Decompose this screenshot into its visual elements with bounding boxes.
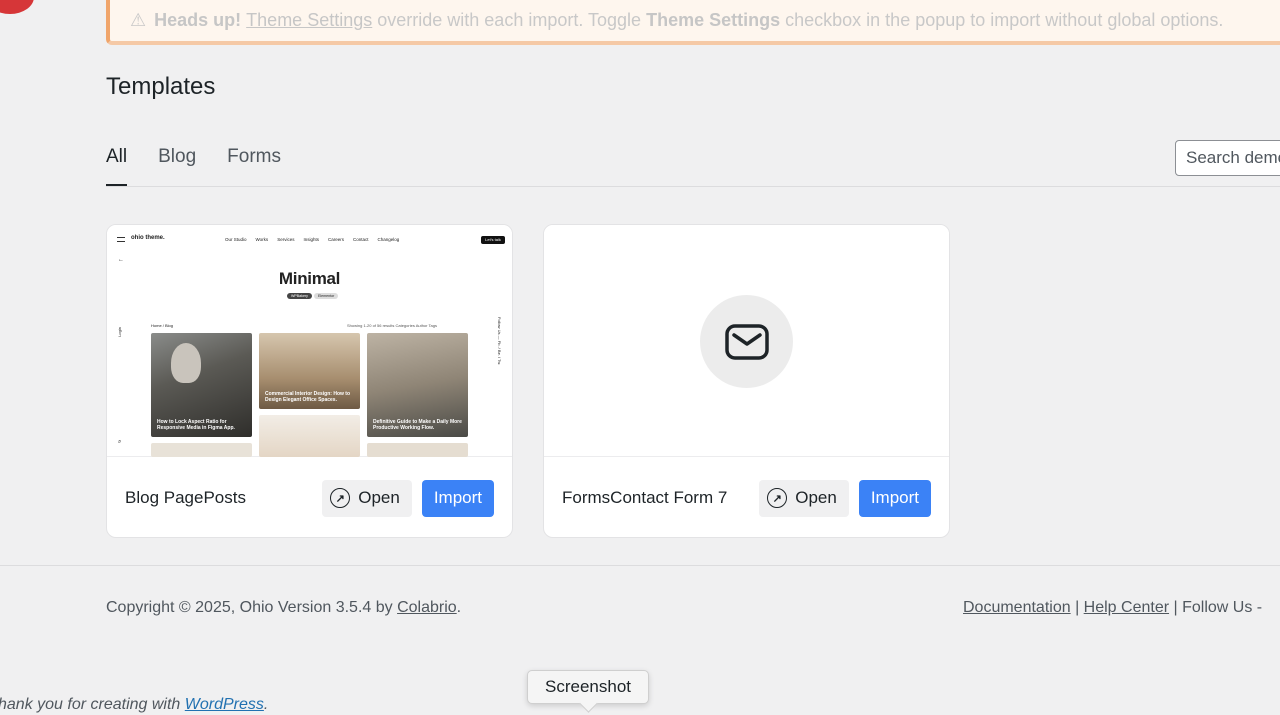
preview-nav-item: Our Studio <box>225 237 247 242</box>
envelope-icon <box>700 295 793 388</box>
wp-notification-badge <box>0 0 34 14</box>
preview-nav-item: Works <box>255 237 269 242</box>
tabs-divider <box>106 186 1280 187</box>
footer-divider <box>0 565 1280 566</box>
notice-text: override with each import. Toggle <box>377 10 642 30</box>
open-button-label: Open <box>358 488 400 507</box>
copyright-text: Copyright © 2025, Ohio Version 3.5.4 by <box>106 599 398 616</box>
open-button[interactable]: ↗ Open <box>759 479 849 517</box>
preview-post-caption: Definitive Guide to Make a Daily More Pr… <box>373 419 462 431</box>
preview-cta: Let's talk <box>481 236 505 244</box>
warning-icon: ⚠ <box>130 10 147 30</box>
preview-post-caption: How to Lock Aspect Ratio for Responsive … <box>157 419 235 431</box>
template-name: FormsContact Form 7 <box>562 488 728 507</box>
preview-nav-item: Insights <box>303 237 319 242</box>
import-button[interactable]: Import <box>421 479 494 517</box>
notice-heading: Heads up! <box>154 10 242 30</box>
wp-footer-thanks: hank you for creating with WordPress. <box>0 696 268 714</box>
preview-nav: Our Studio Works Services Insights Caree… <box>225 237 399 242</box>
preview-pills: WPBakery Elementor <box>287 293 339 299</box>
template-card-forms: FormsContact Form 7 ↗ Open Import <box>543 224 950 538</box>
external-link-icon: ↗ <box>767 488 788 508</box>
notice-theme-settings-link[interactable]: Theme Settings <box>246 10 372 31</box>
tab-all[interactable]: All <box>106 140 128 187</box>
search-demos-input[interactable] <box>1175 140 1280 176</box>
theme-settings-notice: ⚠ Heads up! Theme Settings override with… <box>106 0 1280 45</box>
footer-links: Documentation | Help Center | Follow Us … <box>963 599 1263 616</box>
follow-us: Follow Us - <box>1182 599 1263 616</box>
help-center-link[interactable]: Help Center <box>1084 599 1169 616</box>
preview-post <box>367 443 468 457</box>
external-link-icon: ↗ <box>330 488 351 508</box>
preview-side-right: Follow Us — Fb. / Be. / Tw. <box>497 317 502 366</box>
open-button-label: Open <box>795 488 837 507</box>
preview-nav-item: Contact <box>352 237 369 242</box>
preview-post <box>259 415 360 457</box>
tab-blog[interactable]: Blog <box>158 140 196 187</box>
preview-side-left: Login <box>117 327 122 337</box>
preview-logo: ohio theme. <box>131 235 165 241</box>
notice-bold: Theme Settings <box>646 10 781 30</box>
template-preview[interactable] <box>544 225 949 457</box>
menu-icon <box>117 237 125 242</box>
colabrio-link[interactable]: Colabrio <box>397 599 457 616</box>
template-card-blog: ohio theme. Our Studio Works Services In… <box>106 224 513 538</box>
screenshot-tooltip: Screenshot <box>527 670 649 704</box>
preview-breadcrumb: Home / Blog <box>151 323 174 328</box>
preview-post <box>151 443 252 457</box>
template-name: Blog PagePosts <box>125 488 246 507</box>
preview-pill: Elementor <box>313 293 339 299</box>
open-button[interactable]: ↗ Open <box>322 479 412 517</box>
wordpress-link[interactable]: WordPress <box>185 696 264 713</box>
notice-text-end: checkbox in the popup to import without … <box>785 10 1224 30</box>
preview-post: How to Lock Aspect Ratio for Responsive … <box>151 333 252 437</box>
preview-post: Commercial Interior Design: How to Desig… <box>259 333 360 409</box>
blog-preview-mock: ohio theme. Our Studio Works Services In… <box>107 225 512 457</box>
preview-pill: WPBakery <box>287 293 312 299</box>
preview-post: Definitive Guide to Make a Daily More Pr… <box>367 333 468 437</box>
wp-footer-period: . <box>263 696 269 713</box>
preview-nav-item: Changelog <box>377 237 400 242</box>
preview-hero-title: Minimal <box>278 269 341 288</box>
template-tabs: All Blog Forms <box>106 140 281 187</box>
search-icon: ⌕ <box>118 439 122 445</box>
documentation-link[interactable]: Documentation <box>963 599 1071 616</box>
page-title: Templates <box>106 73 216 100</box>
tab-forms[interactable]: Forms <box>227 140 281 187</box>
copyright: Copyright © 2025, Ohio Version 3.5.4 by … <box>106 599 461 617</box>
arrow-left-icon: ← <box>118 257 124 263</box>
preview-meta: Showing 1-20 of 56 results Categories Au… <box>347 323 437 328</box>
preview-post-caption: Commercial Interior Design: How to Desig… <box>265 391 351 403</box>
preview-nav-item: Careers <box>327 237 344 242</box>
import-button[interactable]: Import <box>858 479 931 517</box>
preview-nav-item: Services <box>277 237 295 242</box>
wp-footer-text: hank you for creating with <box>0 696 185 713</box>
template-preview[interactable]: ohio theme. Our Studio Works Services In… <box>107 225 512 457</box>
copyright-period: . <box>456 599 462 616</box>
